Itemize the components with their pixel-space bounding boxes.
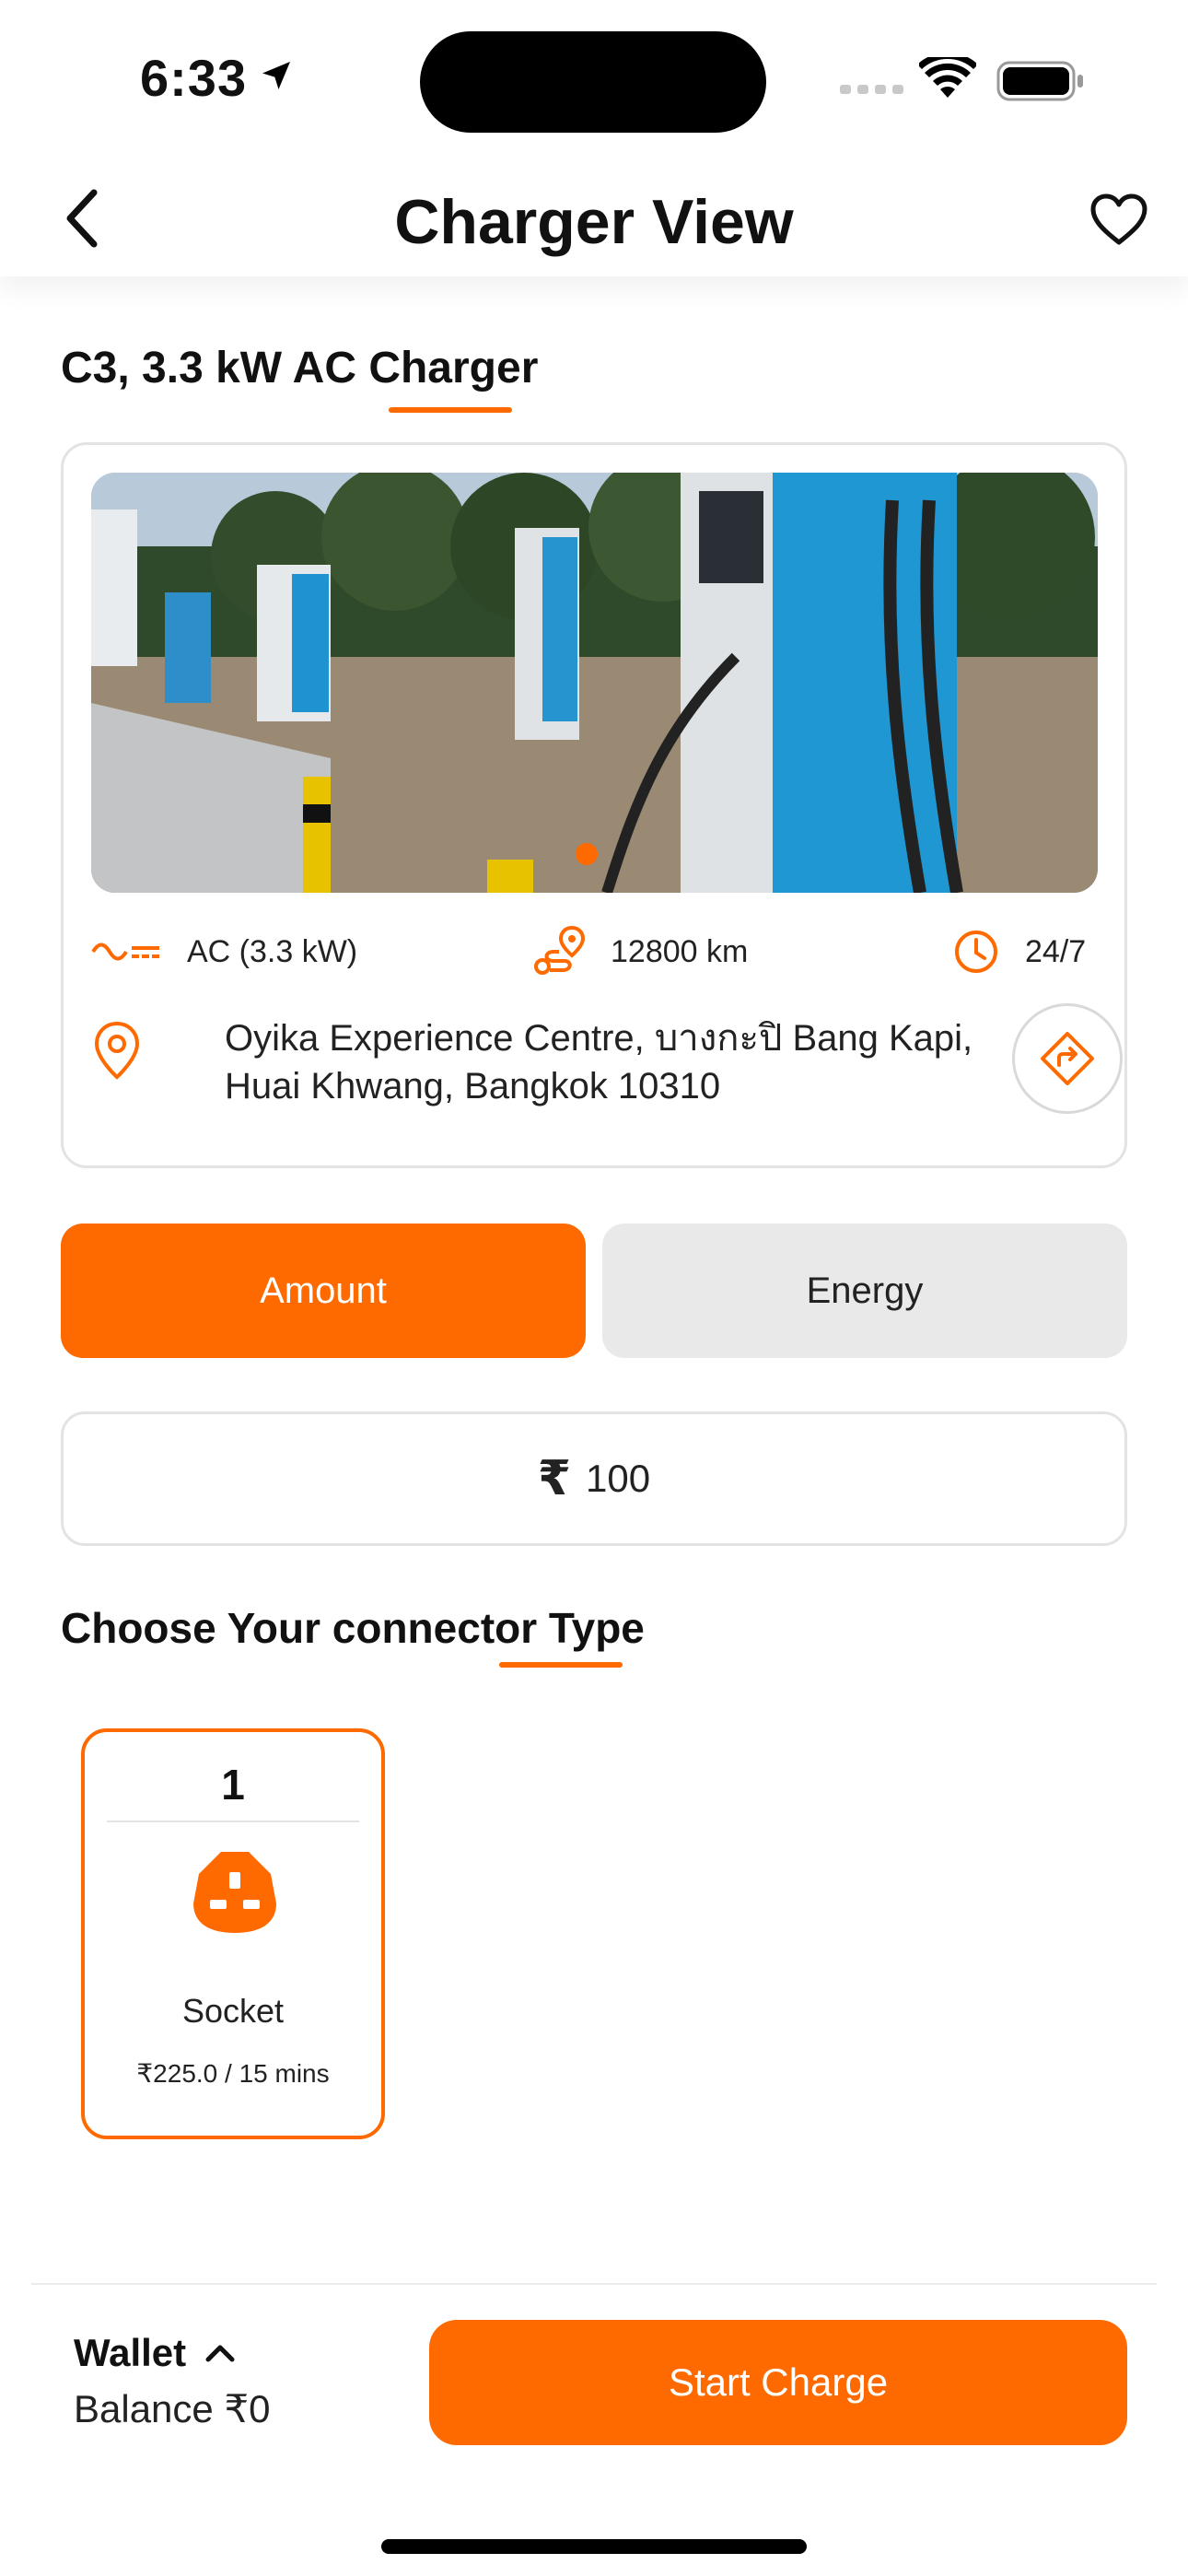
- spec-distance: 12800 km: [531, 924, 748, 979]
- amount-tab[interactable]: Amount: [61, 1224, 586, 1358]
- wallet-toggle[interactable]: Wallet: [74, 2331, 236, 2375]
- connector-divider: [107, 1821, 359, 1822]
- amount-input[interactable]: ₹ 100: [61, 1411, 1127, 1546]
- currency-symbol: ₹: [537, 1452, 572, 1505]
- charger-name: C3, 3.3 kW AC Charger: [61, 344, 539, 392]
- directions-icon: [1041, 1032, 1094, 1085]
- charger-photo[interactable]: [91, 473, 1098, 893]
- wallet-balance: Balance ₹0: [74, 2386, 271, 2431]
- directions-button[interactable]: [1012, 1003, 1123, 1114]
- footer-divider: [31, 2283, 1157, 2285]
- spec-hours: 24/7: [953, 924, 1086, 979]
- spec-power: AC (3.3 kW): [91, 924, 357, 979]
- battery-icon: [996, 61, 1083, 101]
- ac-power-icon: [91, 943, 159, 961]
- energy-tab[interactable]: Energy: [602, 1224, 1127, 1358]
- amount-value: 100: [586, 1457, 651, 1500]
- address-row: Oyika Experience Centre, บางกะปิ Bang Ka…: [91, 998, 1123, 1136]
- start-charge-button[interactable]: Start Charge: [429, 2320, 1127, 2445]
- route-icon: [534, 925, 585, 975]
- status-bar: 6:33: [0, 0, 1188, 157]
- location-pin-icon: [94, 1021, 140, 1080]
- app-header: Charger View: [0, 157, 1188, 276]
- favorite-button[interactable]: [1087, 190, 1151, 249]
- balance-value: ₹0: [224, 2387, 271, 2430]
- socket-plug-icon: [193, 1852, 276, 1933]
- spec-power-text: AC (3.3 kW): [187, 933, 358, 969]
- balance-label: Balance: [74, 2387, 214, 2430]
- spec-distance-text: 12800 km: [611, 933, 749, 969]
- location-arrow-icon: [262, 62, 290, 89]
- connector-section-title: Choose Your connector Type: [61, 1604, 645, 1652]
- spec-hours-text: 24/7: [1025, 933, 1087, 969]
- connector-number: 1: [221, 1761, 245, 1809]
- connector-card[interactable]: 1 Socket ₹225.0 / 15 mins: [81, 1728, 385, 2139]
- wifi-icon: [919, 57, 976, 98]
- connector-price: ₹225.0 / 15 mins: [136, 2059, 330, 2088]
- status-time: 6:33: [140, 49, 248, 107]
- heart-icon: [1090, 193, 1147, 245]
- page-title: Charger View: [394, 187, 794, 257]
- charger-title-underline: [389, 407, 512, 413]
- connector-title-underline: [499, 1662, 623, 1668]
- clock-icon: [955, 931, 997, 973]
- cellular-signal-icon: [840, 85, 903, 94]
- carousel-dot-active[interactable]: [576, 843, 598, 865]
- chevron-up-icon: [205, 2345, 235, 2362]
- dynamic-island: [420, 31, 766, 133]
- connector-name: Socket: [181, 1992, 285, 2030]
- charger-info-card: AC (3.3 kW) 12800 km 24/7 Oyika Experien…: [61, 442, 1127, 1168]
- charger-photo-illustration: [91, 473, 1098, 893]
- wallet-label: Wallet: [74, 2331, 187, 2374]
- charger-address: Oyika Experience Centre, บางกะปิ Bang Ka…: [225, 1018, 973, 1107]
- home-indicator[interactable]: [381, 2539, 807, 2554]
